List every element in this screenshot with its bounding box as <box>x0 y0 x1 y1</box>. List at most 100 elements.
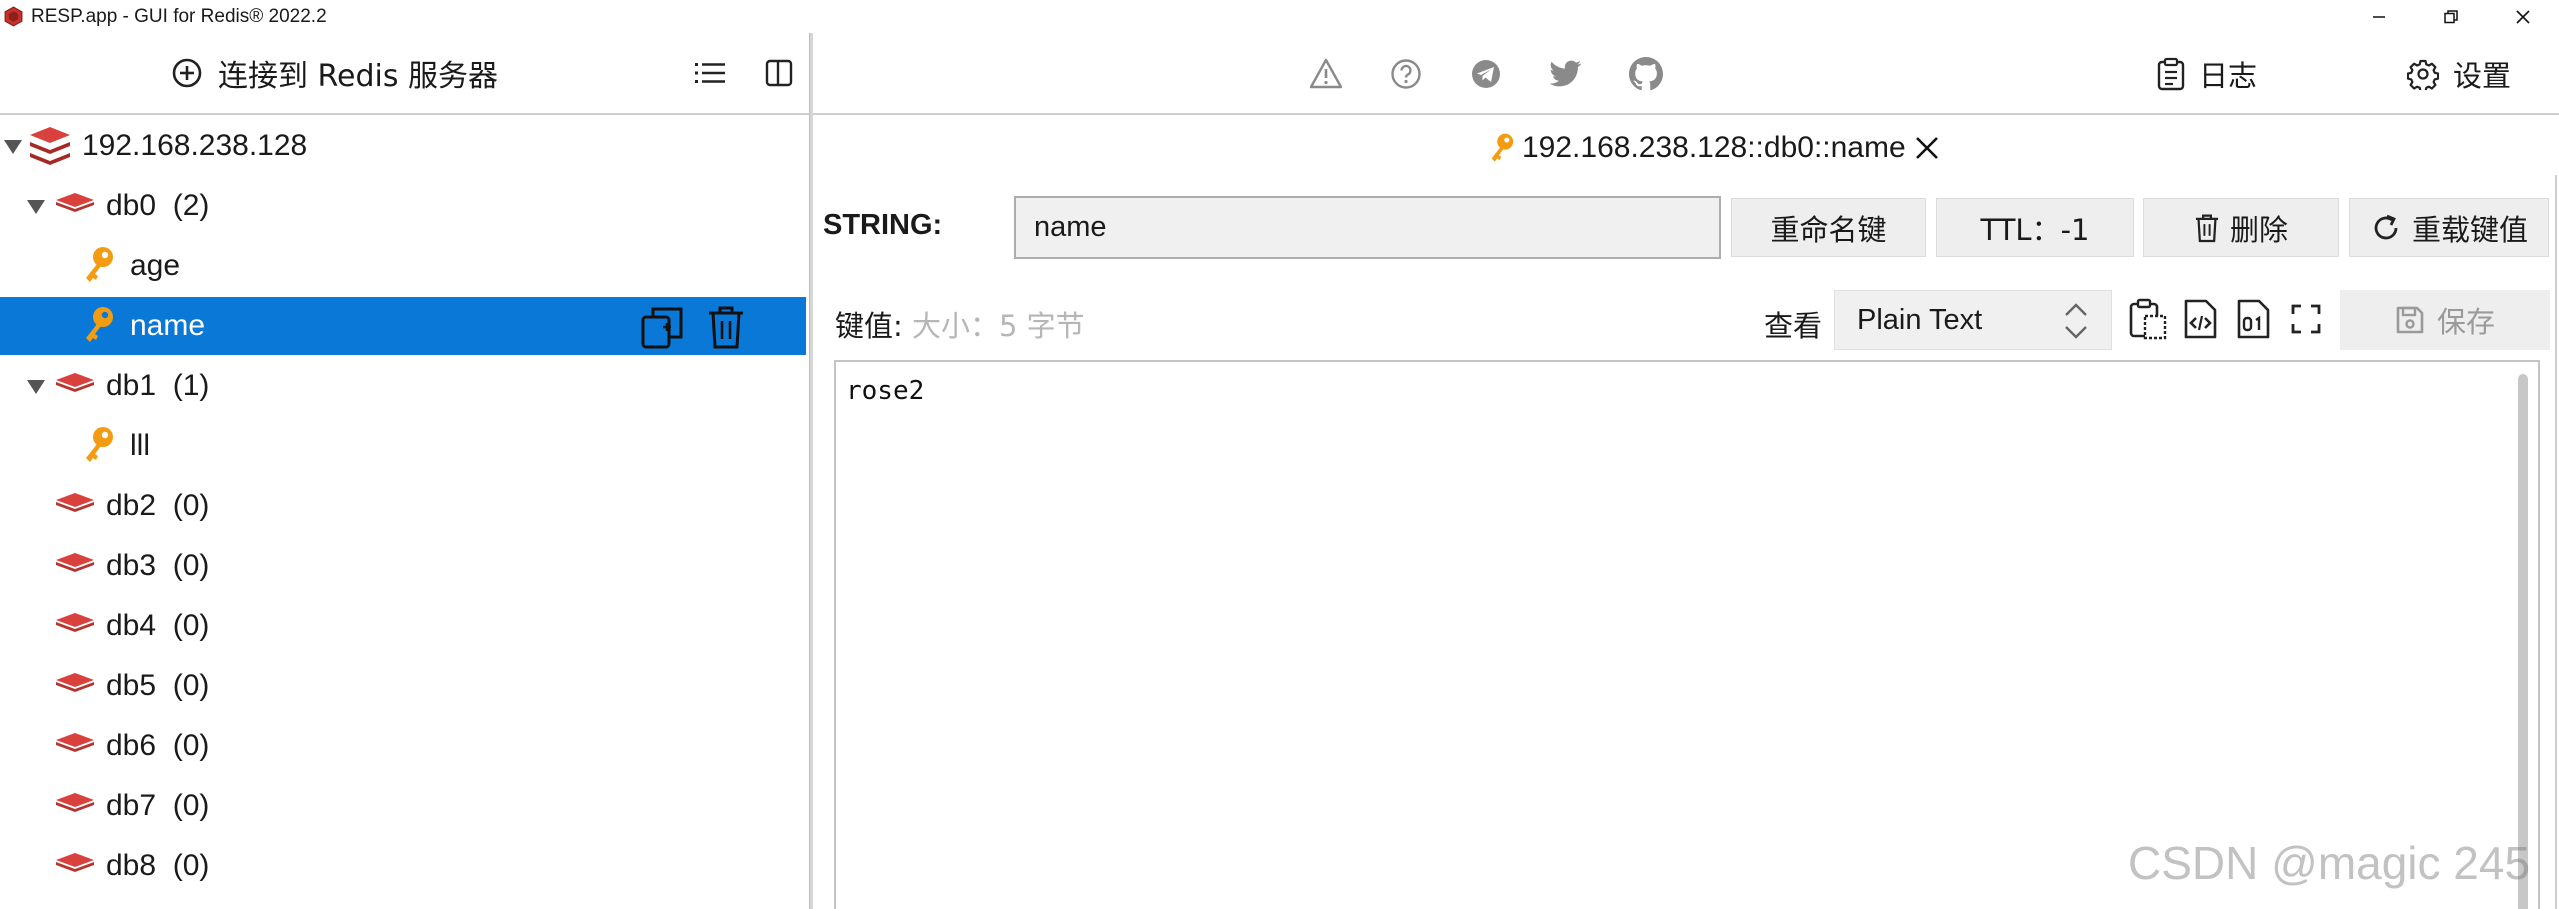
toggle-layout-button[interactable] <box>759 53 799 93</box>
tab-border <box>2555 175 2557 909</box>
github-button[interactable] <box>1625 53 1667 95</box>
key-name: name <box>130 309 206 342</box>
key-icon <box>86 427 113 462</box>
db-name: db0 (2) <box>106 189 210 222</box>
ttl-button[interactable]: TTL：-1 <box>1936 198 2134 257</box>
db-name: db5 (0) <box>106 669 210 702</box>
file-binary-icon <box>2237 299 2270 339</box>
rename-key-button[interactable]: 重命名键 <box>1731 198 1926 257</box>
log-button[interactable]: 日志 <box>2157 53 2257 95</box>
tree-db-row[interactable]: db6 (0) <box>0 717 806 775</box>
watermark: CSDN @magic 245 <box>2128 837 2531 889</box>
close-window-button[interactable] <box>2490 0 2556 33</box>
twitter-icon <box>1549 60 1582 87</box>
refresh-icon <box>2374 214 2398 239</box>
save-label: 保存 <box>2436 305 2495 339</box>
tree-db-row[interactable]: db1 (1) <box>0 357 806 415</box>
trash-icon[interactable] <box>706 304 746 350</box>
ttl-label: TTL：-1 <box>1980 212 2090 247</box>
left-toolbar: 连接到 Redis 服务器 <box>0 33 809 115</box>
db-name: db1 (1) <box>106 369 210 402</box>
key-tab[interactable]: 192.168.238.128::db0::name <box>1488 128 1942 168</box>
minimize-button[interactable] <box>2346 0 2412 33</box>
settings-button[interactable]: 设置 <box>2407 53 2511 95</box>
fullscreen-button[interactable] <box>2284 296 2328 342</box>
window-title: RESP.app - GUI for Redis® 2022.2 <box>31 6 327 27</box>
tree-db-row[interactable]: db7 (0) <box>0 777 806 835</box>
split-view-icon <box>765 59 793 87</box>
twitter-button[interactable] <box>1545 53 1587 95</box>
delete-label: 删除 <box>2229 212 2288 247</box>
clipboard-copy-icon <box>2129 298 2167 340</box>
app-logo-icon <box>4 6 23 27</box>
file-code-icon <box>2184 299 2217 339</box>
delete-key-button[interactable]: 删除 <box>2143 198 2339 257</box>
window-title-bar: RESP.app - GUI for Redis® 2022.2 <box>0 0 2559 33</box>
editor-scrollbar[interactable] <box>2518 374 2528 909</box>
database-icon <box>56 793 94 812</box>
tree-db-row[interactable]: db0 (2) <box>0 177 806 235</box>
connect-to-redis-button[interactable]: 连接到 Redis 服务器 <box>170 53 498 94</box>
save-button[interactable]: 保存 <box>2340 290 2550 350</box>
key-icon <box>1491 133 1514 162</box>
restore-button[interactable] <box>2418 0 2484 33</box>
database-icon <box>56 733 94 752</box>
rename-key-label: 重命名键 <box>1770 212 1887 247</box>
close-tab-icon[interactable] <box>1912 133 1942 163</box>
value-text[interactable]: rose2 <box>846 376 924 406</box>
binary-view-button[interactable] <box>2231 296 2275 342</box>
copy-value-button[interactable] <box>2126 296 2170 342</box>
key-icon <box>86 307 113 342</box>
key-name-field[interactable]: name <box>1014 196 1721 259</box>
database-icon <box>56 853 94 872</box>
database-icon <box>56 373 94 392</box>
fullscreen-icon <box>2291 304 2321 334</box>
value-label: 键值: <box>835 309 903 343</box>
copy-key-icon[interactable] <box>640 304 686 350</box>
view-mode-select[interactable]: Plain Text <box>1834 290 2112 350</box>
expand-arrow-icon[interactable] <box>27 200 45 214</box>
list-icon <box>695 63 725 83</box>
tree-db-row[interactable]: db3 (0) <box>0 537 806 595</box>
tree-key-row[interactable]: lll <box>0 417 806 475</box>
tree-db-row[interactable]: db2 (0) <box>0 477 806 535</box>
tree-db-row[interactable]: db8 (0) <box>0 837 806 895</box>
connection-tree: 192.168.238.128 db0 (2) age name db1 (1)… <box>0 117 809 909</box>
key-name: lll <box>130 429 150 462</box>
tree-db-row[interactable]: db4 (0) <box>0 597 806 655</box>
expand-arrow-icon[interactable] <box>27 380 45 394</box>
tree-key-row[interactable]: age <box>0 237 806 295</box>
tree-key-row-selected[interactable]: name <box>0 297 806 355</box>
key-icon <box>86 247 113 282</box>
clipboard-icon <box>2157 57 2185 91</box>
log-label: 日志 <box>2199 59 2258 93</box>
database-icon <box>56 193 94 212</box>
key-name: age <box>130 249 181 282</box>
tab-title: 192.168.238.128::db0::name <box>1522 131 1906 164</box>
restore-icon <box>2444 9 2458 23</box>
key-row-actions <box>640 304 746 350</box>
db-name: db7 (0) <box>106 789 210 822</box>
help-icon <box>1391 59 1421 89</box>
list-view-button[interactable] <box>690 53 730 93</box>
value-editor[interactable]: rose2 <box>834 360 2540 909</box>
server-stack-icon <box>30 127 70 165</box>
format-code-button[interactable] <box>2178 296 2222 342</box>
reload-value-button[interactable]: 重载键值 <box>2349 198 2549 257</box>
tree-server-row[interactable]: 192.168.238.128 <box>0 117 806 175</box>
db-name: db6 (0) <box>106 729 210 762</box>
github-icon <box>1629 57 1663 91</box>
database-icon <box>56 493 94 512</box>
key-type-label: STRING: <box>823 209 943 241</box>
minimize-icon <box>2373 15 2385 18</box>
telegram-button[interactable] <box>1465 53 1507 95</box>
telegram-icon <box>1472 60 1500 88</box>
warning-button[interactable] <box>1305 53 1347 95</box>
help-button[interactable] <box>1385 53 1427 95</box>
tree-db-row[interactable]: db5 (0) <box>0 657 806 715</box>
expand-arrow-icon[interactable] <box>4 140 22 154</box>
db-name: db2 (0) <box>106 489 210 522</box>
panel-splitter[interactable] <box>809 33 813 909</box>
trash-icon <box>2195 214 2219 242</box>
server-name: 192.168.238.128 <box>82 129 308 162</box>
